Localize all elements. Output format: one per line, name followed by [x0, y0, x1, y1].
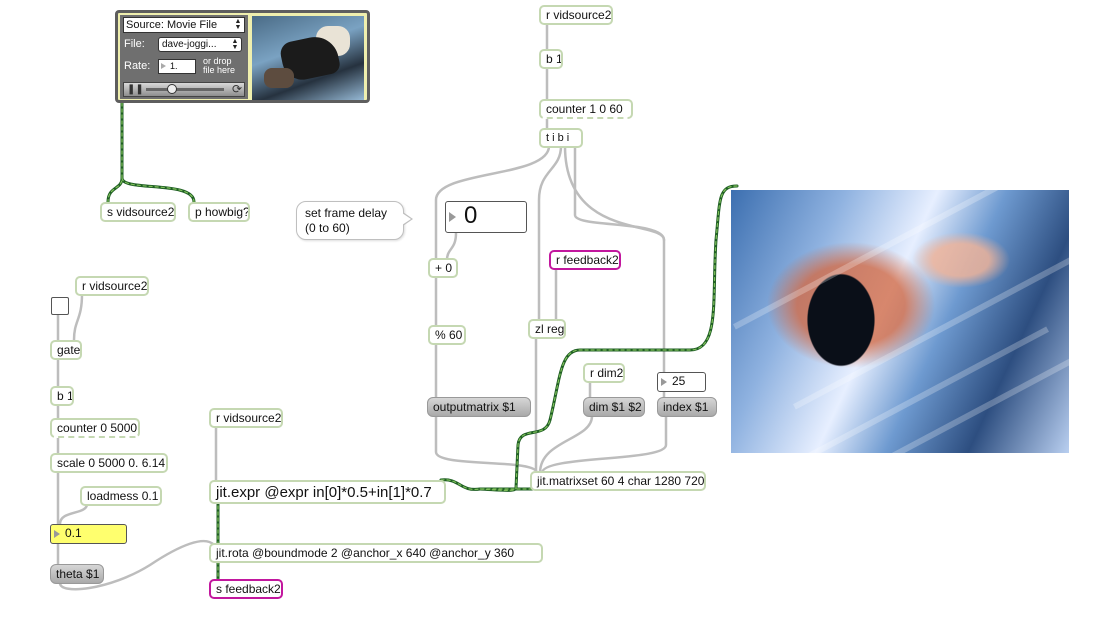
transport-bar[interactable]: ❚❚ ⟳: [123, 82, 245, 97]
rate-label: Rate:: [124, 60, 151, 72]
gate-toggle[interactable]: [51, 297, 69, 315]
jit-matrixset-object[interactable]: jit.matrixset 60 4 char 1280 720: [530, 471, 706, 491]
comment-tail: [402, 213, 411, 225]
r-vidsource2-left-object[interactable]: r vidsource2: [75, 276, 149, 296]
playhead-icon[interactable]: [167, 84, 177, 94]
cord-player-svid: [106, 101, 124, 204]
movie-player[interactable]: Source: Movie File ▲ ▼ File: dave-joggi..…: [115, 10, 370, 103]
b1-object[interactable]: b 1: [539, 49, 563, 69]
scale-object[interactable]: scale 0 5000 0. 6.14: [50, 453, 168, 473]
zl-reg-object[interactable]: zl reg: [528, 319, 566, 339]
source-menu-label: Source: Movie File: [126, 19, 218, 31]
pause-icon[interactable]: ❚❚: [127, 84, 144, 95]
cord-expr-matrixset: [439, 478, 535, 491]
player-controls-panel: Source: Movie File ▲ ▼ File: dave-joggi..…: [120, 15, 248, 99]
file-menu[interactable]: dave-joggi... ▲ ▼: [158, 37, 242, 52]
video-streak: [733, 190, 1069, 330]
outputmatrix-message[interactable]: outputmatrix $1: [427, 397, 531, 417]
thumbnail-shape: [264, 68, 294, 88]
menu-stepper-icon: ▲ ▼: [234, 18, 242, 31]
scrub-track[interactable]: [146, 88, 224, 91]
r-vidsource2-mid-object[interactable]: r vidsource2: [209, 408, 283, 428]
cord-number-plus0: [445, 231, 458, 262]
comment-line-2: (0 to 60): [305, 221, 350, 235]
file-menu-value: dave-joggi...: [162, 39, 217, 50]
b1-left-object[interactable]: b 1: [50, 386, 74, 406]
menu-stepper-icon: ▲ ▼: [231, 38, 239, 51]
source-menu[interactable]: Source: Movie File ▲ ▼: [123, 17, 245, 33]
cord-tibi-zlreg: [537, 144, 563, 322]
frame-delay-comment: set frame delay (0 to 60): [296, 201, 413, 240]
frame-delay-number[interactable]: 0: [445, 201, 527, 233]
theta-message[interactable]: theta $1: [50, 564, 104, 584]
index-message[interactable]: index $1: [657, 397, 717, 417]
r-feedback2-object[interactable]: r feedback2: [549, 250, 621, 270]
gate-object[interactable]: gate: [50, 340, 82, 360]
jit-expr-object[interactable]: jit.expr @expr in[0]*0.5+in[1]*0.7: [209, 480, 446, 504]
patcher-canvas[interactable]: Source: Movie File ▲ ▼ File: dave-joggi..…: [0, 0, 1119, 620]
loadmess-object[interactable]: loadmess 0.1: [80, 486, 162, 506]
mod60-object[interactable]: % 60: [428, 325, 466, 345]
index-number[interactable]: 25: [657, 372, 706, 392]
p-howbig-object[interactable]: p howbig?: [188, 202, 250, 222]
s-vidsource2-object[interactable]: s vidsource2: [100, 202, 176, 222]
s-feedback2-object[interactable]: s feedback2: [209, 579, 283, 599]
comment-line-1: set frame delay: [305, 206, 388, 220]
r-vidsource2-object[interactable]: r vidsource2: [539, 5, 613, 25]
rate-number[interactable]: 1.: [158, 59, 196, 74]
r-dim2-object[interactable]: r dim2: [583, 363, 625, 383]
video-output-window[interactable]: [731, 190, 1069, 453]
file-label: File:: [124, 38, 145, 50]
cord-rvid-gate: [72, 292, 84, 342]
trigger-object[interactable]: t i b i: [539, 128, 583, 148]
cord-tibi-index: [573, 144, 666, 242]
movie-thumbnail: [252, 16, 364, 100]
counter-left-object[interactable]: counter 0 5000: [50, 418, 140, 438]
video-streak: [731, 326, 1049, 453]
theta-number[interactable]: 0.1: [50, 524, 127, 544]
drop-hint: or drop file here: [203, 56, 236, 75]
loop-icon[interactable]: ⟳: [232, 83, 242, 95]
counter-object[interactable]: counter 1 0 60: [539, 99, 633, 119]
cord-player-phowbig: [120, 176, 196, 204]
dim-message[interactable]: dim $1 $2: [583, 397, 645, 417]
cord-outputmatrix-matrixset: [434, 414, 539, 475]
plus0-object[interactable]: + 0: [428, 258, 458, 278]
jit-rota-object[interactable]: jit.rota @boundmode 2 @anchor_x 640 @anc…: [209, 543, 543, 563]
cord-loadmess-number: [58, 502, 89, 526]
